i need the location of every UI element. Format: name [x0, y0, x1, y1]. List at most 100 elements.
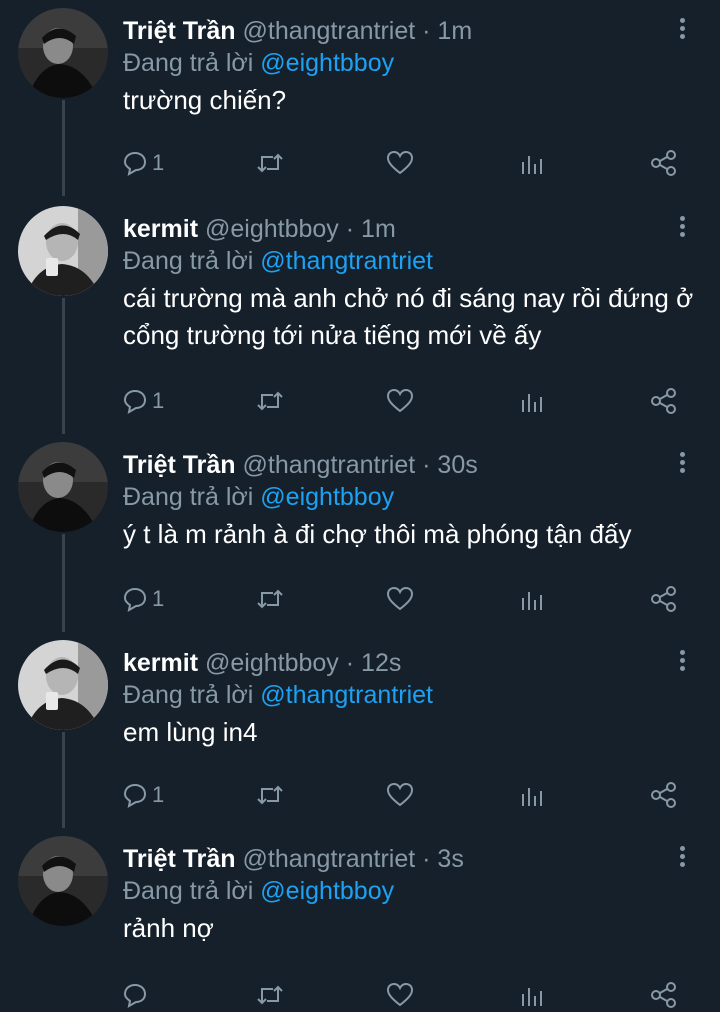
retweet-button[interactable] [255, 582, 285, 616]
like-button[interactable] [386, 582, 414, 616]
more-vertical-icon[interactable] [672, 448, 692, 478]
analytics-button[interactable] [520, 778, 544, 812]
tweet-header: Triệt Trần @thangtrantriet · 30s [123, 448, 478, 482]
share-button[interactable] [650, 582, 678, 616]
replying-to: Đang trả lời @eightbboy [123, 874, 394, 908]
retweet-icon [257, 589, 283, 609]
replying-to: Đang trả lời @thangtrantriet [123, 678, 433, 712]
like-button[interactable] [386, 978, 414, 1012]
retweet-icon [257, 391, 283, 411]
analytics-icon [522, 156, 542, 174]
thread-connector-line [62, 100, 65, 196]
replying-to-handle[interactable]: @eightbboy [260, 483, 394, 511]
replying-to: Đang trả lời @eightbboy [123, 46, 394, 80]
avatar[interactable] [18, 206, 108, 296]
author-handle[interactable]: @thangtrantriet [243, 17, 416, 45]
author-handle[interactable]: @eightbboy [205, 649, 339, 677]
tweet-text: trường chiến? [123, 85, 287, 115]
like-button[interactable] [386, 384, 414, 418]
tweet-actions: 1 [122, 778, 682, 812]
analytics-icon [522, 788, 542, 806]
replying-to: Đang trả lời @thangtrantriet [123, 244, 433, 278]
retweet-button[interactable] [255, 978, 285, 1012]
timestamp[interactable]: · 1m [346, 215, 396, 243]
retweet-button[interactable] [255, 778, 285, 812]
replying-to: Đang trả lời @eightbboy [123, 480, 394, 514]
author-name[interactable]: Triệt Trần [123, 845, 236, 873]
avatar[interactable] [18, 8, 108, 98]
like-button[interactable] [386, 146, 414, 180]
share-icon [651, 150, 676, 176]
retweet-icon [257, 985, 283, 1005]
author-name[interactable]: kermit [123, 215, 198, 243]
avatar[interactable] [18, 836, 108, 926]
tweet-actions: 1 [122, 146, 682, 180]
tweet-text: cái trường mà anh chở nó đi sáng nay rồi… [123, 283, 694, 350]
tweet[interactable]: kermit @eightbboy · 1m Đang trả lời @tha… [0, 198, 720, 434]
timestamp[interactable]: · 12s [346, 649, 402, 677]
avatar[interactable] [18, 442, 108, 532]
author-name[interactable]: Triệt Trần [123, 17, 236, 45]
analytics-button[interactable] [520, 978, 544, 1012]
share-button[interactable] [650, 146, 678, 180]
tweet[interactable]: kermit @eightbboy · 12s Đang trả lời @th… [0, 632, 720, 828]
reply-icon [123, 389, 147, 414]
tweet[interactable]: Triệt Trần @thangtrantriet · 3s Đang trả… [0, 828, 720, 1012]
tweet[interactable]: Triệt Trần @thangtrantriet · 30s Đang tr… [0, 434, 720, 632]
reply-icon [123, 587, 147, 612]
heart-icon [386, 586, 414, 611]
tweet-actions [122, 978, 682, 1012]
replying-to-handle[interactable]: @thangtrantriet [260, 247, 433, 275]
author-name[interactable]: Triệt Trần [123, 451, 236, 479]
timestamp[interactable]: · 1m [422, 17, 472, 45]
author-handle[interactable]: @thangtrantriet [243, 845, 416, 873]
reply-button[interactable]: 1 [122, 384, 164, 418]
share-icon [651, 586, 676, 612]
tweet-actions: 1 [122, 384, 682, 418]
replying-to-label: Đang trả lời [123, 877, 254, 905]
share-icon [651, 982, 676, 1008]
reply-count: 1 [152, 388, 165, 413]
reply-button[interactable]: 1 [122, 582, 164, 616]
tweet-header: kermit @eightbboy · 12s [123, 646, 401, 680]
retweet-button[interactable] [255, 146, 285, 180]
more-vertical-icon[interactable] [672, 842, 692, 872]
reply-button[interactable]: 1 [122, 146, 164, 180]
timestamp[interactable]: · 3s [422, 845, 464, 873]
thread-connector-line [62, 534, 65, 632]
author-handle[interactable]: @eightbboy [205, 215, 339, 243]
like-button[interactable] [386, 778, 414, 812]
heart-icon [386, 388, 414, 413]
analytics-button[interactable] [520, 146, 544, 180]
replying-to-handle[interactable]: @eightbboy [260, 877, 394, 905]
tweet-header: Triệt Trần @thangtrantriet · 3s [123, 842, 464, 876]
more-vertical-icon[interactable] [672, 14, 692, 44]
heart-icon [386, 782, 414, 807]
timestamp[interactable]: · 30s [422, 451, 478, 479]
avatar[interactable] [18, 640, 108, 730]
analytics-icon [522, 394, 542, 412]
reply-icon [123, 151, 147, 176]
replying-to-handle[interactable]: @eightbboy [260, 49, 394, 77]
analytics-button[interactable] [520, 384, 544, 418]
reply-icon [123, 783, 147, 808]
share-button[interactable] [650, 778, 678, 812]
author-name[interactable]: kermit [123, 649, 198, 677]
retweet-button[interactable] [255, 384, 285, 418]
replying-to-handle[interactable]: @thangtrantriet [260, 681, 433, 709]
thread-connector-line [62, 298, 65, 434]
tweet[interactable]: Triệt Trần @thangtrantriet · 1m Đang trả… [0, 0, 720, 196]
share-button[interactable] [650, 978, 678, 1012]
author-handle[interactable]: @thangtrantriet [243, 451, 416, 479]
reply-button[interactable] [122, 978, 152, 1012]
reply-button[interactable]: 1 [122, 778, 164, 812]
reply-count: 1 [152, 782, 165, 807]
analytics-button[interactable] [520, 582, 544, 616]
share-button[interactable] [650, 384, 678, 418]
more-vertical-icon[interactable] [672, 646, 692, 676]
replying-to-label: Đang trả lời [123, 483, 254, 511]
heart-icon [386, 982, 414, 1007]
reply-count: 1 [152, 586, 165, 611]
more-vertical-icon[interactable] [672, 212, 692, 242]
conversation-thread: Triệt Trần @thangtrantriet · 1m Đang trả… [0, 0, 720, 1012]
